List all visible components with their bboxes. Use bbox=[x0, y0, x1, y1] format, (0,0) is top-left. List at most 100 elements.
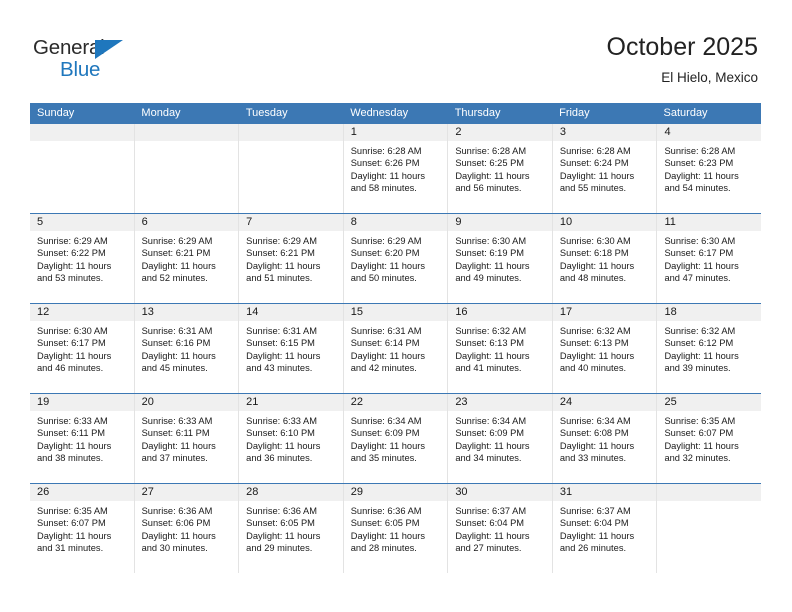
sunset-text: Sunset: 6:16 PM bbox=[141, 338, 211, 349]
weekday-header-saturday: Saturday bbox=[663, 107, 708, 119]
sunset-text: Sunset: 6:20 PM bbox=[350, 248, 420, 259]
day-number-band bbox=[239, 124, 343, 141]
day-details: Sunrise: 6:31 AM Sunset: 6:16 PM Daylight:… bbox=[135, 321, 239, 375]
calendar-page: General Blue October 2025 El Hielo, Mexi… bbox=[0, 0, 792, 612]
day-details: Sunrise: 6:29 AM Sunset: 6:22 PM Daylight:… bbox=[30, 231, 134, 285]
daylight-text-line1: Daylight: 11 hours bbox=[664, 440, 739, 451]
weekday-header-friday: Friday bbox=[559, 107, 590, 119]
day-number: 17 bbox=[559, 306, 573, 318]
day-number: 20 bbox=[141, 396, 154, 408]
calendar-day-cell[interactable]: 10 Sunrise: 6:30 AM Sunset: 6:18 PM Dayligh… bbox=[552, 214, 658, 303]
sunset-text: Sunset: 6:15 PM bbox=[246, 338, 315, 349]
sunrise-text: Sunrise: 6:32 AM bbox=[455, 326, 527, 336]
calendar-day-cell[interactable]: 14 Sunrise: 6:31 AM Sunset: 6:15 PM Dayligh… bbox=[239, 304, 344, 393]
sunset-text: Sunset: 6:23 PM bbox=[664, 158, 734, 169]
day-number: 9 bbox=[455, 216, 462, 228]
daylight-text-line2: and 45 minutes. bbox=[141, 363, 208, 374]
day-number-band: 31 bbox=[552, 484, 657, 501]
calendar-day-cell-empty bbox=[239, 124, 344, 213]
sunset-text: Sunset: 6:13 PM bbox=[455, 338, 525, 349]
day-number-band: 9 bbox=[448, 214, 552, 231]
calendar-day-cell[interactable]: 8 Sunrise: 6:29 AM Sunset: 6:20 PM Daylight… bbox=[343, 214, 449, 303]
daylight-text-line1: Daylight: 11 hours bbox=[141, 530, 216, 541]
calendar-day-cell[interactable]: 26 Sunrise: 6:35 AM Sunset: 6:07 PM Dayligh… bbox=[30, 484, 135, 573]
day-number: 30 bbox=[455, 486, 468, 498]
daylight-text-line2: and 40 minutes. bbox=[559, 363, 627, 374]
calendar-day-cell-empty bbox=[30, 124, 135, 213]
daylight-text-line1: Daylight: 11 hours bbox=[559, 530, 635, 541]
daylight-text-line1: Daylight: 11 hours bbox=[664, 170, 739, 181]
calendar-day-cell[interactable]: 21 Sunrise: 6:33 AM Sunset: 6:10 PM Dayligh… bbox=[239, 394, 344, 483]
day-details: Sunrise: 6:34 AM Sunset: 6:09 PM Daylight:… bbox=[448, 411, 552, 465]
day-details: Sunrise: 6:31 AM Sunset: 6:15 PM Daylight:… bbox=[239, 321, 343, 375]
sunrise-text: Sunrise: 6:32 AM bbox=[664, 326, 736, 336]
calendar-day-cell[interactable]: 18 Sunrise: 6:32 AM Sunset: 6:12 PM Dayligh… bbox=[657, 304, 762, 393]
general-blue-logo[interactable]: General Blue bbox=[33, 36, 163, 84]
logo-text-general: General bbox=[33, 36, 105, 59]
sunset-text: Sunset: 6:07 PM bbox=[37, 518, 106, 529]
daylight-text-line1: Daylight: 11 hours bbox=[664, 260, 739, 271]
calendar-day-cell[interactable]: 30 Sunrise: 6:37 AM Sunset: 6:04 PM Dayligh… bbox=[448, 484, 553, 573]
calendar-day-cell[interactable]: 12 Sunrise: 6:30 AM Sunset: 6:17 PM Dayligh… bbox=[30, 304, 135, 393]
calendar-day-cell[interactable]: 11 Sunrise: 6:30 AM Sunset: 6:17 PM Dayligh… bbox=[657, 214, 762, 303]
sunrise-text: Sunrise: 6:35 AM bbox=[37, 506, 108, 516]
calendar-day-cell[interactable]: 27 Sunrise: 6:36 AM Sunset: 6:06 PM Dayligh… bbox=[134, 484, 240, 573]
calendar-week-row: 5 Sunrise: 6:29 AM Sunset: 6:22 PM Daylight… bbox=[30, 213, 762, 303]
day-number: 4 bbox=[664, 126, 671, 138]
sunrise-text: Sunrise: 6:37 AM bbox=[455, 506, 527, 516]
sunset-text: Sunset: 6:12 PM bbox=[664, 338, 734, 349]
day-number: 11 bbox=[664, 216, 676, 228]
calendar-day-cell[interactable]: 7 Sunrise: 6:29 AM Sunset: 6:21 PM Daylight… bbox=[239, 214, 344, 303]
day-number-band: 24 bbox=[552, 394, 657, 411]
calendar-week-row: 26 Sunrise: 6:35 AM Sunset: 6:07 PM Dayligh… bbox=[30, 483, 762, 573]
day-details: Sunrise: 6:28 AM Sunset: 6:26 PM Daylight:… bbox=[344, 141, 448, 195]
sunset-text: Sunset: 6:11 PM bbox=[141, 428, 210, 439]
calendar-day-cell[interactable]: 13 Sunrise: 6:31 AM Sunset: 6:16 PM Dayligh… bbox=[134, 304, 240, 393]
day-number-band: 29 bbox=[343, 484, 448, 501]
calendar-day-cell[interactable]: 20 Sunrise: 6:33 AM Sunset: 6:11 PM Dayligh… bbox=[134, 394, 240, 483]
daylight-text-line1: Daylight: 11 hours bbox=[141, 260, 216, 271]
daylight-text-line2: and 56 minutes. bbox=[455, 183, 522, 194]
daylight-text-line2: and 42 minutes. bbox=[350, 363, 417, 374]
calendar-day-cell[interactable]: 1 Sunrise: 6:28 AM Sunset: 6:26 PM Daylight… bbox=[343, 124, 449, 213]
daylight-text-line1: Daylight: 11 hours bbox=[559, 260, 635, 271]
day-number-band: 16 bbox=[448, 304, 552, 321]
sunrise-text: Sunrise: 6:29 AM bbox=[37, 236, 108, 246]
day-number-band: 10 bbox=[552, 214, 657, 231]
calendar-day-cell[interactable]: 24 Sunrise: 6:34 AM Sunset: 6:08 PM Dayligh… bbox=[552, 394, 658, 483]
calendar-day-cell[interactable]: 25 Sunrise: 6:35 AM Sunset: 6:07 PM Dayligh… bbox=[657, 394, 762, 483]
calendar-day-cell[interactable]: 19 Sunrise: 6:33 AM Sunset: 6:11 PM Dayligh… bbox=[30, 394, 135, 483]
calendar-day-cell[interactable]: 15 Sunrise: 6:31 AM Sunset: 6:14 PM Dayligh… bbox=[343, 304, 449, 393]
day-number-band: 13 bbox=[134, 304, 239, 321]
calendar-day-cell[interactable]: 28 Sunrise: 6:36 AM Sunset: 6:05 PM Dayligh… bbox=[239, 484, 344, 573]
calendar-day-cell[interactable]: 31 Sunrise: 6:37 AM Sunset: 6:04 PM Dayligh… bbox=[552, 484, 658, 573]
daylight-text-line1: Daylight: 11 hours bbox=[455, 170, 530, 181]
day-details: Sunrise: 6:36 AM Sunset: 6:05 PM Daylight:… bbox=[344, 501, 448, 555]
page-header: General Blue October 2025 El Hielo, Mexi… bbox=[0, 0, 792, 100]
calendar-day-cell[interactable]: 16 Sunrise: 6:32 AM Sunset: 6:13 PM Dayligh… bbox=[448, 304, 553, 393]
sunrise-text: Sunrise: 6:34 AM bbox=[559, 416, 631, 426]
sunrise-text: Sunrise: 6:28 AM bbox=[559, 146, 631, 156]
sunrise-text: Sunrise: 6:29 AM bbox=[350, 236, 422, 246]
calendar-day-cell[interactable]: 22 Sunrise: 6:34 AM Sunset: 6:09 PM Dayligh… bbox=[343, 394, 449, 483]
day-number: 21 bbox=[246, 396, 259, 408]
calendar-day-cell[interactable]: 17 Sunrise: 6:32 AM Sunset: 6:13 PM Dayligh… bbox=[552, 304, 658, 393]
sunset-text: Sunset: 6:13 PM bbox=[559, 338, 629, 349]
calendar-day-cell[interactable]: 4 Sunrise: 6:28 AM Sunset: 6:23 PM Daylight… bbox=[657, 124, 762, 213]
sunrise-text: Sunrise: 6:36 AM bbox=[246, 506, 317, 516]
calendar-day-cell[interactable]: 6 Sunrise: 6:29 AM Sunset: 6:21 PM Daylight… bbox=[134, 214, 240, 303]
sunset-text: Sunset: 6:11 PM bbox=[37, 428, 106, 439]
calendar-day-cell[interactable]: 29 Sunrise: 6:36 AM Sunset: 6:05 PM Dayligh… bbox=[343, 484, 449, 573]
day-number: 27 bbox=[141, 486, 154, 498]
calendar-day-cell[interactable]: 9 Sunrise: 6:30 AM Sunset: 6:19 PM Daylight… bbox=[448, 214, 553, 303]
calendar-day-cell[interactable]: 3 Sunrise: 6:28 AM Sunset: 6:24 PM Daylight… bbox=[552, 124, 658, 213]
daylight-text-line1: Daylight: 11 hours bbox=[455, 350, 530, 361]
sunrise-text: Sunrise: 6:30 AM bbox=[559, 236, 631, 246]
sunrise-text: Sunrise: 6:30 AM bbox=[37, 326, 108, 336]
calendar-day-cell[interactable]: 23 Sunrise: 6:34 AM Sunset: 6:09 PM Dayligh… bbox=[448, 394, 553, 483]
day-details: Sunrise: 6:30 AM Sunset: 6:17 PM Daylight:… bbox=[657, 231, 761, 285]
day-details: Sunrise: 6:30 AM Sunset: 6:18 PM Daylight:… bbox=[553, 231, 657, 285]
calendar-day-cell[interactable]: 2 Sunrise: 6:28 AM Sunset: 6:25 PM Daylight… bbox=[448, 124, 553, 213]
day-number: 25 bbox=[664, 396, 677, 408]
calendar-day-cell[interactable]: 5 Sunrise: 6:29 AM Sunset: 6:22 PM Daylight… bbox=[30, 214, 135, 303]
